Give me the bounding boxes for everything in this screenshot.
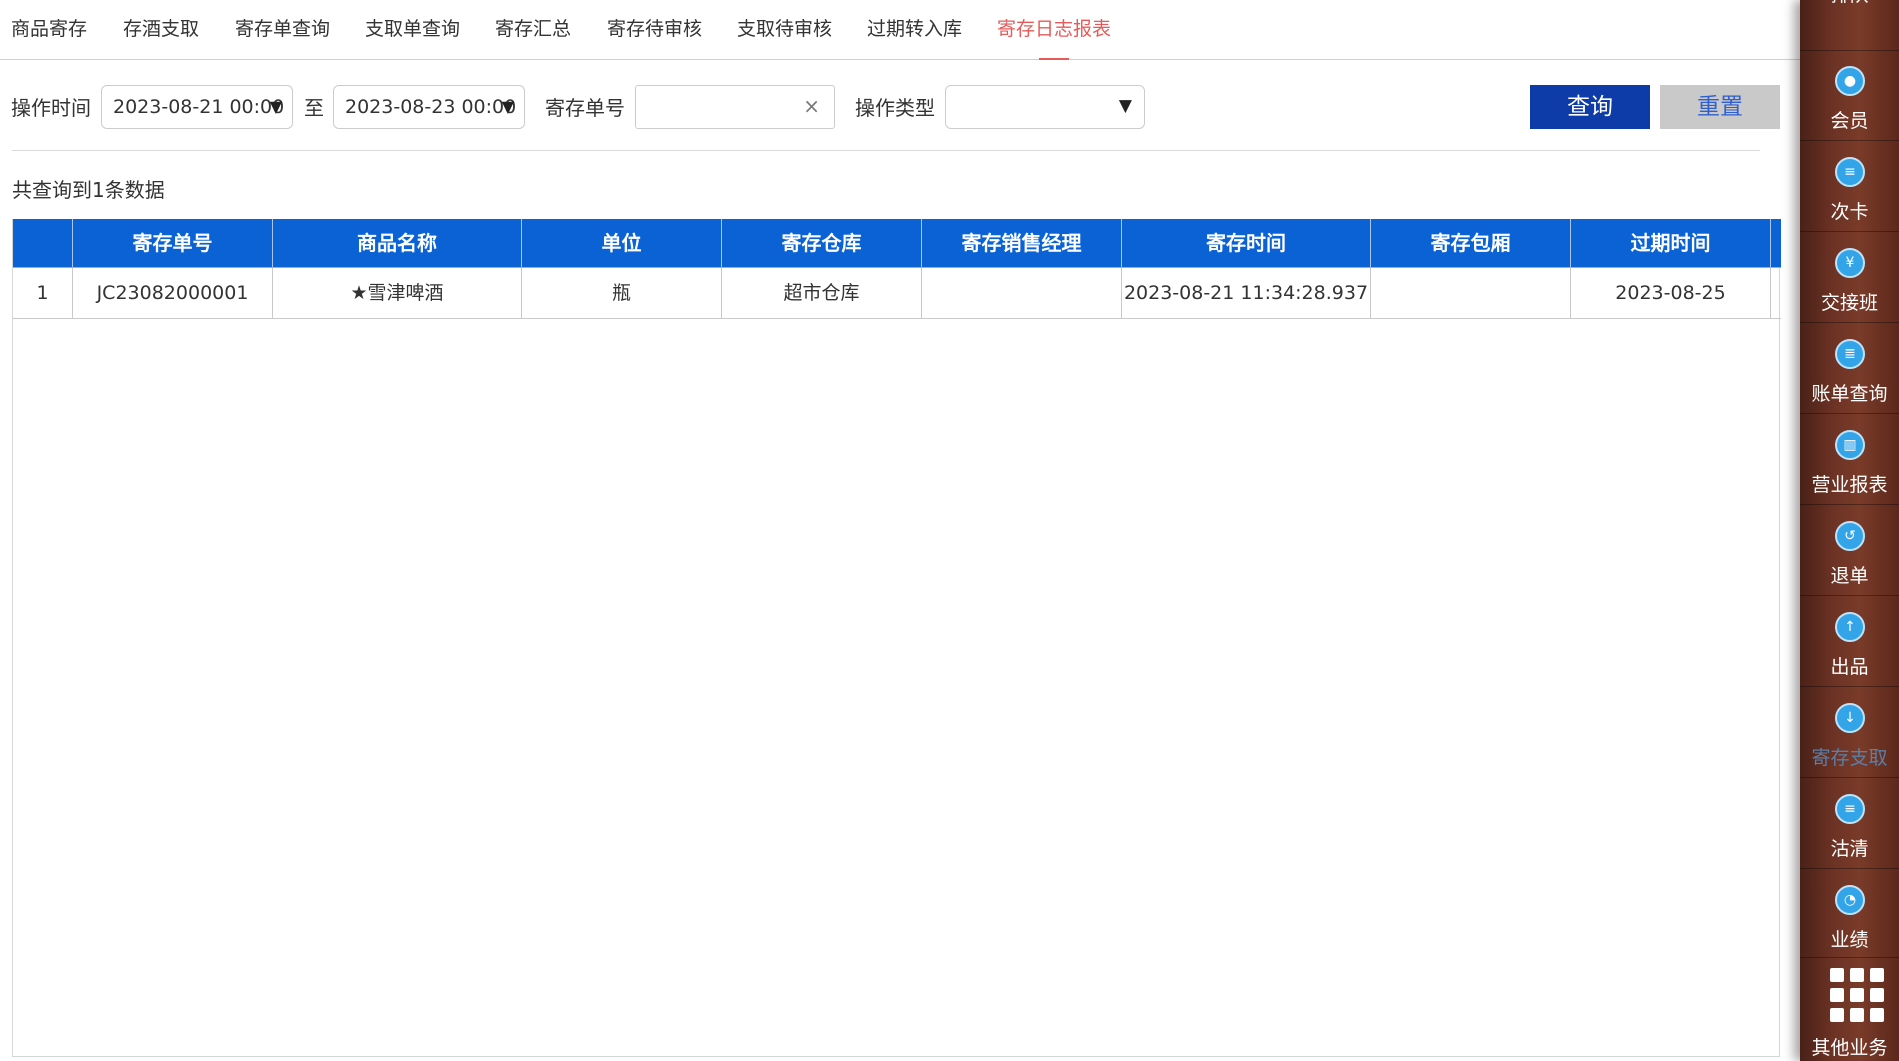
col-header-sales-manager: 寄存销售经理 <box>922 219 1122 267</box>
tab-bar: 商品寄存 存酒支取 寄存单查询 支取单查询 寄存汇总 寄存待审核 支取待审核 过… <box>0 0 1800 60</box>
tab-goods-deposit[interactable]: 商品寄存 <box>11 0 87 59</box>
main-content: 商品寄存 存酒支取 寄存单查询 支取单查询 寄存汇总 寄存待审核 支取待审核 过… <box>0 0 1800 1061</box>
apps-grid-icon[interactable] <box>1830 968 1884 1022</box>
tab-deposit-log-report[interactable]: 寄存日志报表 <box>997 0 1111 60</box>
dropdown-arrow-icon: ▼ <box>269 97 282 116</box>
soldout-icon: ≡ <box>1835 794 1865 824</box>
other-business-label[interactable]: 其他业务 <box>1800 1033 1899 1060</box>
col-header-room: 寄存包厢 <box>1371 219 1571 267</box>
sidebar-item-output[interactable]: ↑ 出品 <box>1800 596 1899 687</box>
tab-withdraw-pending[interactable]: 支取待审核 <box>737 0 832 59</box>
op-type-select[interactable]: ▼ <box>945 85 1145 129</box>
dropdown-arrow-icon: ▼ <box>501 97 514 116</box>
sidebar-item-performance[interactable]: ◔ 业绩 <box>1800 869 1899 958</box>
col-header-deposit-no: 寄存单号 <box>73 219 273 267</box>
sidebar-item-refund[interactable]: ↺ 退单 <box>1800 505 1899 596</box>
performance-icon: ◔ <box>1835 885 1865 915</box>
refund-icon: ↺ <box>1835 521 1865 551</box>
chevron-down-icon: ▼ <box>1118 96 1132 116</box>
query-button[interactable]: 查询 <box>1530 85 1650 129</box>
cell-unit: 瓶 <box>522 268 722 318</box>
sidebar-item-label: 业绩 <box>1830 929 1869 951</box>
tab-withdraw-query[interactable]: 支取单查询 <box>365 0 460 59</box>
sidebar-item-label: 次卡 <box>1830 201 1869 223</box>
divider <box>12 150 1760 151</box>
col-header-goods-name: 商品名称 <box>273 219 522 267</box>
start-date-value: 2023-08-21 00:00 <box>113 96 285 118</box>
tab-deposit-summary[interactable]: 寄存汇总 <box>495 0 571 59</box>
cell-warehouse: 超市仓库 <box>722 268 922 318</box>
tab-deposit-query[interactable]: 寄存单查询 <box>235 0 330 59</box>
right-sidebar: 排队 ● 会员 ≡ 次卡 ¥ 交接班 ≣ 账单查询 ▥ 营业报表 ↺ 退单 ↑ … <box>1800 0 1899 1061</box>
tab-expired-transfer[interactable]: 过期转入库 <box>867 0 962 59</box>
sidebar-item-member[interactable]: ● 会员 <box>1800 50 1899 141</box>
sidebar-item-handover[interactable]: ¥ 交接班 <box>1800 232 1899 323</box>
clear-icon[interactable]: × <box>803 94 820 118</box>
sidebar-item-bill-search[interactable]: ≣ 账单查询 <box>1800 323 1899 414</box>
bill-search-icon: ≣ <box>1835 339 1865 369</box>
op-time-label: 操作时间 <box>11 96 91 120</box>
sidebar-item-label: 出品 <box>1830 656 1869 678</box>
col-header-expire-time: 过期时间 <box>1571 219 1771 267</box>
col-header-warehouse: 寄存仓库 <box>722 219 922 267</box>
handover-icon: ¥ <box>1835 248 1865 278</box>
sidebar-item-deposit-withdraw[interactable]: ↓ 寄存支取 <box>1800 687 1899 778</box>
tab-wine-withdraw[interactable]: 存酒支取 <box>123 0 199 59</box>
col-header-deposit-time: 寄存时间 <box>1122 219 1371 267</box>
cell-expire-time: 2023-08-25 <box>1571 268 1771 318</box>
cell-goods-name: ★雪津啤酒 <box>273 268 522 318</box>
cell-deposit-time: 2023-08-21 11:34:28.937 <box>1122 268 1371 318</box>
sidebar-item-card[interactable]: ≡ 次卡 <box>1800 141 1899 232</box>
sidebar-item-label: 沽清 <box>1830 838 1869 860</box>
sidebar-item-label: 寄存支取 <box>1811 747 1888 769</box>
result-count: 共查询到1条数据 <box>12 178 165 202</box>
col-header-unit: 单位 <box>522 219 722 267</box>
col-header-index <box>13 219 73 267</box>
table-row[interactable]: 1 JC23082000001 ★雪津啤酒 瓶 超市仓库 2023-08-21 … <box>13 268 1781 319</box>
card-icon: ≡ <box>1835 157 1865 187</box>
tab-deposit-pending[interactable]: 寄存待审核 <box>607 0 702 59</box>
sidebar-item-report[interactable]: ▥ 营业报表 <box>1800 414 1899 505</box>
sidebar-item-label: 交接班 <box>1820 292 1878 314</box>
sidebar-item-label: 退单 <box>1830 565 1869 587</box>
start-date-picker[interactable]: 2023-08-21 00:00 ▼ <box>101 85 293 129</box>
deposit-no-input[interactable]: × <box>635 85 835 129</box>
cell-sales-manager <box>922 268 1122 318</box>
deposit-no-label: 寄存单号 <box>545 96 625 120</box>
output-icon: ↑ <box>1835 612 1865 642</box>
deposit-withdraw-icon: ↓ <box>1835 703 1865 733</box>
sidebar-item-soldout[interactable]: ≡ 沽清 <box>1800 778 1899 869</box>
member-icon: ● <box>1835 66 1865 96</box>
sidebar-item-queue[interactable]: 排队 <box>1800 0 1899 51</box>
sidebar-item-label: 账单查询 <box>1811 383 1888 405</box>
table-header: 寄存单号 商品名称 单位 寄存仓库 寄存销售经理 寄存时间 寄存包厢 过期时间 <box>13 219 1781 268</box>
reset-button[interactable]: 重置 <box>1660 85 1780 129</box>
data-table: 寄存单号 商品名称 单位 寄存仓库 寄存销售经理 寄存时间 寄存包厢 过期时间 … <box>12 219 1781 1057</box>
to-label: 至 <box>304 96 324 120</box>
sidebar-item-label: 排队 <box>1800 0 1899 7</box>
end-date-picker[interactable]: 2023-08-23 00:00 ▼ <box>333 85 525 129</box>
op-type-label: 操作类型 <box>855 96 935 120</box>
sidebar-item-label: 营业报表 <box>1811 474 1888 496</box>
cell-deposit-no: JC23082000001 <box>73 268 273 318</box>
cell-index: 1 <box>13 268 73 318</box>
sidebar-item-label: 会员 <box>1830 110 1869 132</box>
end-date-value: 2023-08-23 00:00 <box>345 96 517 118</box>
report-icon: ▥ <box>1835 430 1865 460</box>
cell-room <box>1371 268 1571 318</box>
